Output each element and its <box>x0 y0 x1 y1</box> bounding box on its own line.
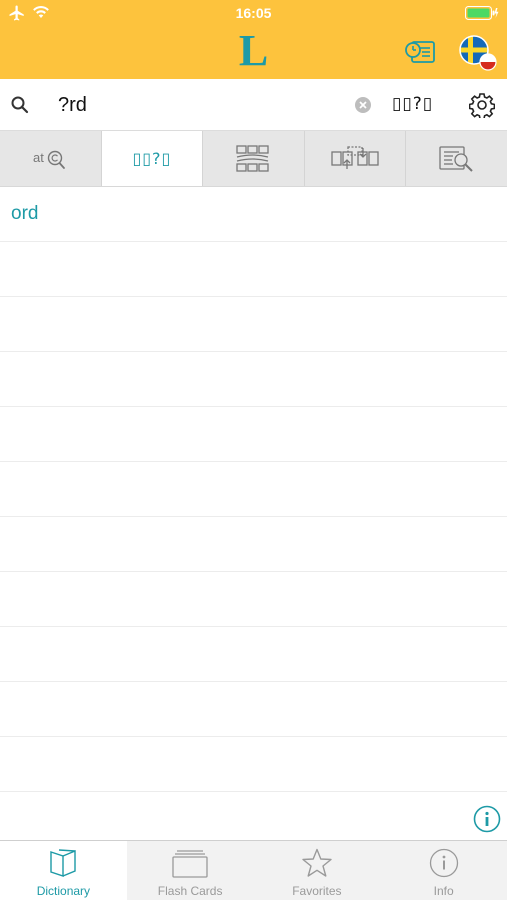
empty-row <box>0 737 507 792</box>
search-bar: ▯▯?▯ <box>0 79 507 131</box>
tab-anagram[interactable] <box>305 131 407 186</box>
swedish-flag-icon[interactable] <box>457 33 499 73</box>
empty-row <box>0 572 507 627</box>
result-text: ord <box>11 203 39 224</box>
star-icon <box>302 848 332 877</box>
empty-row <box>0 517 507 572</box>
tab-label: Dictionary <box>36 884 91 898</box>
anagram-icon <box>331 145 379 169</box>
tab-label: Info <box>433 884 454 898</box>
search-mode-tabs: at ▯▯?▯ <box>0 131 507 187</box>
crossword-icon <box>236 144 270 172</box>
tab-flash-cards[interactable]: Flash Cards <box>127 841 254 900</box>
tab-crossword[interactable] <box>203 131 305 186</box>
tab-label: Flash Cards <box>157 884 223 898</box>
clear-icon[interactable] <box>354 96 372 114</box>
tab-wildcard-label: ▯▯?▯ <box>132 149 172 168</box>
empty-row <box>0 627 507 682</box>
tab-label: Favorites <box>292 884 342 898</box>
empty-row <box>0 682 507 737</box>
info-icon <box>429 848 458 878</box>
search-input[interactable] <box>58 91 338 119</box>
tab-favorites[interactable]: Favorites <box>254 841 381 900</box>
tab-wildcard[interactable]: ▯▯?▯ <box>101 131 204 186</box>
result-list: ord <box>0 187 507 840</box>
result-row[interactable]: ord <box>0 187 507 242</box>
search-icon <box>11 96 29 114</box>
empty-row <box>0 297 507 352</box>
info-icon[interactable] <box>473 805 501 833</box>
svg-text:at: at <box>33 150 44 165</box>
cards-icon <box>172 850 208 878</box>
tab-bar: Dictionary Flash Cards Favorites Info <box>0 840 507 900</box>
status-time: 16:05 <box>235 5 272 21</box>
empty-row <box>0 352 507 407</box>
tab-at-search[interactable]: at <box>0 131 102 186</box>
empty-row <box>0 407 507 462</box>
fulltext-search-icon <box>439 145 473 172</box>
tab-fulltext-search[interactable] <box>406 131 507 186</box>
wildcard-button[interactable]: ▯▯?▯ <box>392 94 433 114</box>
empty-row <box>0 242 507 297</box>
empty-row <box>0 462 507 517</box>
history-icon[interactable] <box>404 38 438 66</box>
at-search-icon: at <box>33 150 66 169</box>
tab-info[interactable]: Info <box>380 841 507 900</box>
header: 16:05 L <box>0 0 507 79</box>
gear-icon[interactable] <box>469 92 495 118</box>
battery-icon <box>465 6 499 20</box>
status-bar: 16:05 <box>0 0 507 26</box>
tab-dictionary[interactable]: Dictionary <box>0 841 127 900</box>
book-icon <box>50 849 77 877</box>
